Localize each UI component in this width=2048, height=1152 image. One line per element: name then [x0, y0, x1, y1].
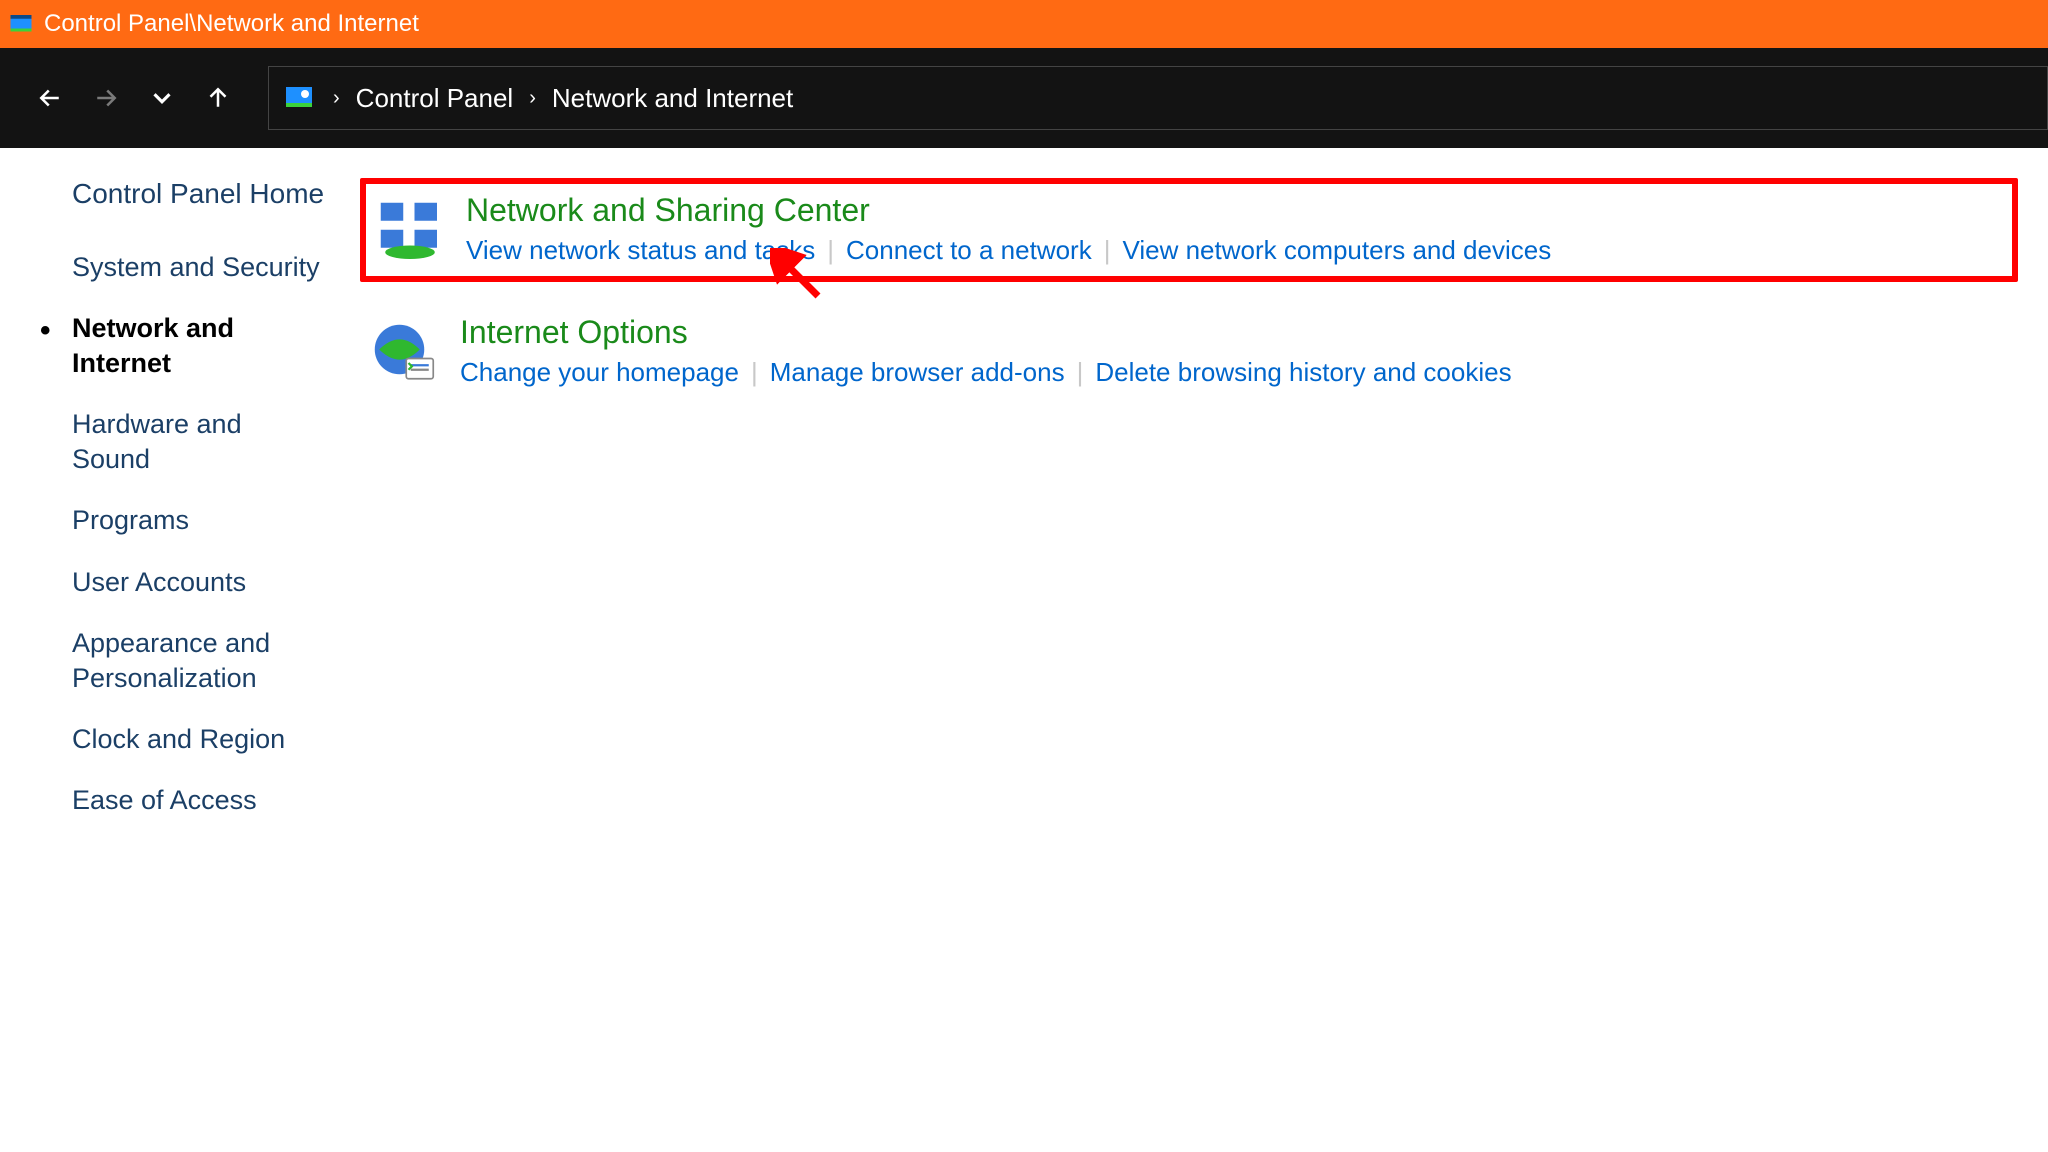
- task-link[interactable]: Change your homepage: [460, 357, 739, 387]
- window-title: Control Panel\Network and Internet: [44, 10, 419, 38]
- sidebar-item-system-and-security[interactable]: System and Security: [40, 250, 320, 285]
- sidebar-item-ease-of-access[interactable]: Ease of Access: [40, 783, 320, 818]
- sidebar-item-clock-and-region[interactable]: Clock and Region: [40, 722, 320, 757]
- history-dropdown-button[interactable]: [134, 70, 190, 126]
- chevron-right-icon[interactable]: ›: [323, 87, 350, 110]
- address-bar[interactable]: › Control Panel › Network and Internet: [268, 66, 2048, 130]
- internet-options-icon: [368, 318, 440, 390]
- category-links: View network status and tasks | Connect to…: [466, 235, 2004, 266]
- task-link[interactable]: Delete browsing history and cookies: [1095, 357, 1511, 387]
- task-link[interactable]: View network status and tasks: [466, 235, 815, 265]
- link-divider: |: [751, 357, 758, 387]
- category-links: Change your homepage | Manage browser add-…: [460, 357, 2010, 388]
- up-button[interactable]: [190, 70, 246, 126]
- category-network-and-sharing-center: Network and Sharing Center View network s…: [360, 178, 2018, 282]
- breadcrumb-root[interactable]: Control Panel: [350, 83, 520, 114]
- sidebar-category-list: System and Security Network and Internet H…: [40, 250, 360, 818]
- control-panel-icon: [283, 82, 315, 114]
- category-body: Network and Sharing Center View network s…: [466, 192, 2004, 266]
- sidebar-item-user-accounts[interactable]: User Accounts: [40, 565, 320, 600]
- content-area: Control Panel Home System and Security Ne…: [0, 148, 2048, 1152]
- back-button[interactable]: [22, 70, 78, 126]
- nav-bar: › Control Panel › Network and Internet: [0, 48, 2048, 148]
- task-link[interactable]: View network computers and devices: [1122, 235, 1551, 265]
- forward-button[interactable]: [78, 70, 134, 126]
- task-link[interactable]: Connect to a network: [846, 235, 1092, 265]
- link-divider: |: [1077, 357, 1084, 387]
- breadcrumb-current[interactable]: Network and Internet: [546, 83, 799, 114]
- category-internet-options: Internet Options Change your homepage | Man…: [360, 306, 2018, 398]
- sidebar-item-hardware-and-sound[interactable]: Hardware and Sound: [40, 407, 320, 477]
- sidebar-item-programs[interactable]: Programs: [40, 503, 320, 538]
- category-title-link[interactable]: Network and Sharing Center: [466, 192, 2004, 229]
- control-panel-home-link[interactable]: Control Panel Home: [72, 178, 360, 210]
- sidebar-item-network-and-internet[interactable]: Network and Internet: [40, 311, 320, 381]
- category-body: Internet Options Change your homepage | Man…: [460, 314, 2010, 388]
- task-link[interactable]: Manage browser add-ons: [770, 357, 1065, 387]
- link-divider: |: [1104, 235, 1111, 265]
- sidebar: Control Panel Home System and Security Ne…: [0, 148, 360, 1152]
- chevron-right-icon[interactable]: ›: [519, 87, 546, 110]
- title-bar: Control Panel\Network and Internet: [0, 0, 2048, 48]
- window-icon: [8, 12, 34, 36]
- main-panel: Network and Sharing Center View network s…: [360, 148, 2048, 1152]
- link-divider: |: [827, 235, 834, 265]
- sidebar-item-appearance-and-personalization[interactable]: Appearance and Personalization: [40, 626, 320, 696]
- category-title-link[interactable]: Internet Options: [460, 314, 2010, 351]
- network-sharing-icon: [374, 196, 446, 268]
